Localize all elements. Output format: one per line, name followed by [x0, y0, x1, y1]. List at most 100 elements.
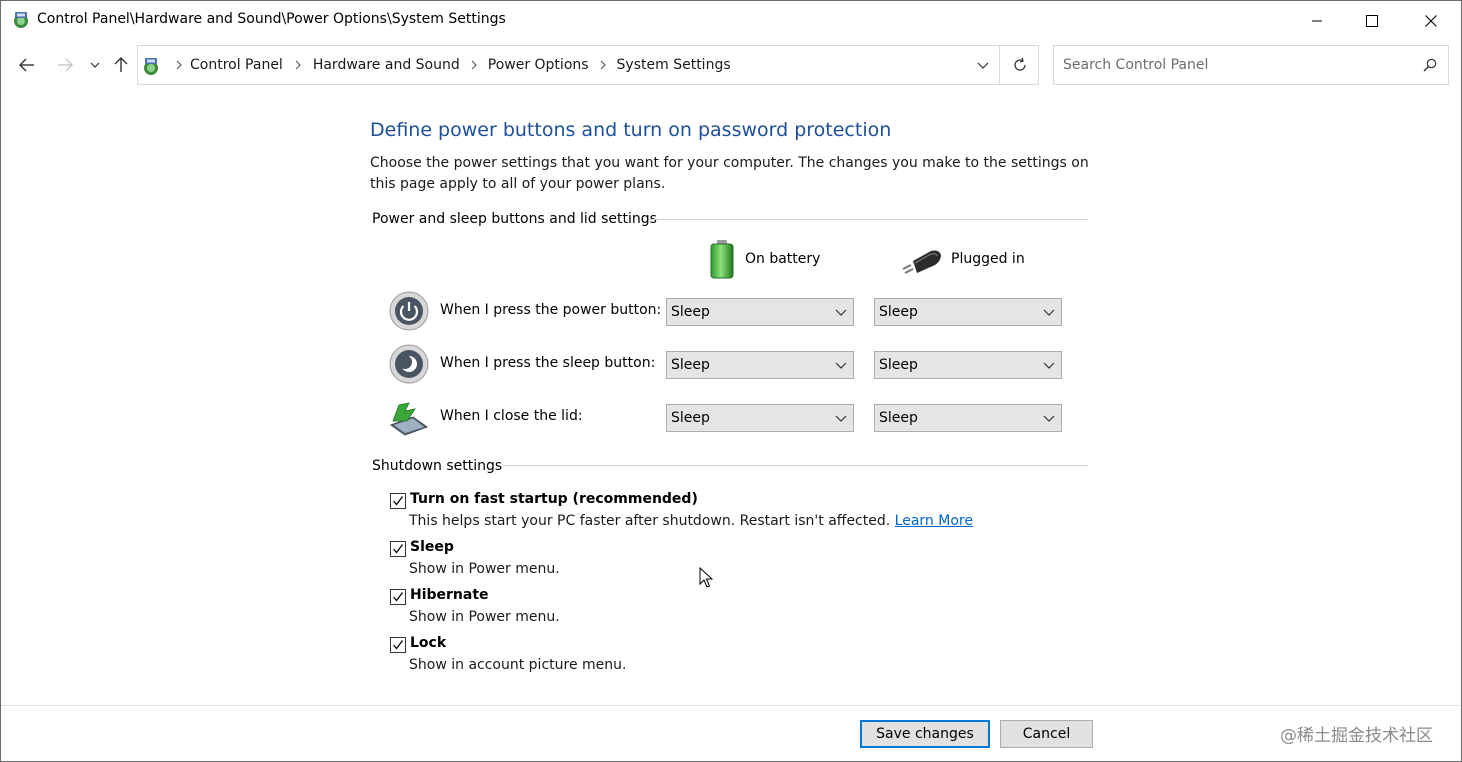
battery-icon	[710, 240, 734, 279]
sleep-description: Show in Power menu.	[409, 561, 560, 577]
main-content: Define power buttons and turn on passwor…	[1, 89, 1461, 705]
sleep-button-on-battery-select[interactable]: Sleep	[666, 351, 854, 379]
fast-startup-description: This helps start your PC faster after sh…	[409, 513, 973, 529]
column-plugged-in: Plugged in	[901, 239, 1025, 279]
up-button[interactable]	[109, 53, 133, 77]
recent-locations-button[interactable]	[85, 53, 105, 77]
selected-value: Sleep	[671, 357, 710, 373]
power-button-label: When I press the power button:	[440, 302, 662, 318]
breadcrumb-control-panel[interactable]: Control Panel	[190, 57, 283, 73]
lid-on-battery-select[interactable]: Sleep	[666, 404, 854, 432]
sleep-button-setting-row: When I press the sleep button: Sleep Sle…	[389, 344, 1089, 384]
lock-label[interactable]: Lock	[410, 635, 446, 651]
selected-value: Sleep	[671, 410, 710, 426]
breadcrumb-system-settings[interactable]: System Settings	[617, 57, 731, 73]
sleep-button-plugged-in-select[interactable]: Sleep	[874, 351, 1062, 379]
arrow-left-icon	[19, 58, 34, 72]
fast-startup-label[interactable]: Turn on fast startup (recommended)	[410, 491, 698, 507]
lock-checkbox[interactable]	[390, 637, 406, 653]
hibernate-description: Show in Power menu.	[409, 609, 560, 625]
close-icon	[1425, 15, 1437, 27]
footer-divider	[1, 705, 1461, 706]
refresh-button[interactable]	[999, 46, 1039, 84]
plugged-in-label: Plugged in	[951, 251, 1025, 267]
sleep-checkbox[interactable]	[390, 541, 406, 557]
refresh-icon	[1013, 57, 1026, 71]
chevron-down-icon	[835, 309, 847, 316]
checkmark-icon	[393, 592, 404, 602]
sleep-button-icon	[389, 344, 429, 384]
control-panel-window: Control Panel\Hardware and Sound\Power O…	[0, 0, 1462, 762]
selected-value: Sleep	[671, 304, 710, 320]
chevron-right-icon[interactable]	[589, 60, 617, 70]
lock-description: Show in account picture menu.	[409, 657, 627, 673]
forward-button[interactable]	[53, 53, 77, 77]
minimize-icon	[1312, 20, 1322, 22]
chevron-right-icon[interactable]	[283, 60, 313, 70]
control-panel-app-icon	[14, 12, 28, 28]
maximize-button[interactable]	[1344, 1, 1400, 41]
checkmark-icon	[393, 640, 404, 650]
window-title: Control Panel\Hardware and Sound\Power O…	[37, 11, 506, 27]
power-plug-icon	[902, 250, 941, 274]
arrow-right-icon	[58, 58, 73, 72]
on-battery-label: On battery	[745, 251, 821, 267]
close-button[interactable]	[1403, 1, 1459, 41]
sleep-button-label: When I press the sleep button:	[440, 355, 656, 371]
selected-value: Sleep	[879, 357, 918, 373]
chevron-down-icon	[835, 362, 847, 369]
power-button-setting-row: When I press the power button: Sleep Sle…	[389, 291, 1089, 331]
chevron-down-icon	[1043, 415, 1055, 422]
hibernate-checkbox[interactable]	[390, 589, 406, 605]
chevron-down-icon	[835, 415, 847, 422]
maximize-icon	[1366, 15, 1378, 27]
shutdown-section-header: Shutdown settings	[372, 458, 503, 474]
lid-label: When I close the lid:	[440, 408, 583, 424]
power-button-icon	[389, 291, 429, 331]
arrow-up-icon	[114, 57, 128, 72]
chevron-down-icon	[1043, 362, 1055, 369]
section-divider	[649, 219, 1088, 220]
cancel-button[interactable]: Cancel	[1000, 720, 1093, 748]
checkmark-icon	[393, 544, 404, 554]
chevron-right-icon[interactable]	[168, 60, 190, 70]
address-history-dropdown[interactable]	[968, 46, 998, 84]
page-title: Define power buttons and turn on passwor…	[370, 119, 892, 141]
title-bar: Control Panel\Hardware and Sound\Power O…	[1, 1, 1461, 41]
description-text: This helps start your PC faster after sh…	[409, 513, 895, 529]
sleep-label[interactable]: Sleep	[410, 539, 454, 555]
save-changes-button[interactable]: Save changes	[860, 720, 990, 748]
control-panel-icon	[144, 58, 158, 75]
checkmark-icon	[393, 496, 404, 506]
hibernate-label[interactable]: Hibernate	[410, 587, 489, 603]
address-bar[interactable]: Control Panel Hardware and Sound Power O…	[137, 45, 1039, 85]
chevron-down-icon	[90, 62, 100, 68]
page-description: Choose the power settings that you want …	[370, 155, 1089, 192]
power-button-on-battery-select[interactable]: Sleep	[666, 298, 854, 326]
lid-setting-row: When I close the lid: Sleep Sleep	[389, 397, 1089, 437]
learn-more-link[interactable]: Learn More	[895, 513, 973, 529]
watermark: @稀土掘金技术社区	[1280, 726, 1433, 746]
fast-startup-checkbox[interactable]	[390, 493, 406, 509]
search-icon[interactable]	[1420, 55, 1440, 75]
lid-plugged-in-select[interactable]: Sleep	[874, 404, 1062, 432]
minimize-button[interactable]	[1289, 1, 1345, 41]
selected-value: Sleep	[879, 304, 918, 320]
column-on-battery: On battery	[707, 239, 820, 279]
breadcrumb-hardware-and-sound[interactable]: Hardware and Sound	[313, 57, 460, 73]
navigation-bar: Control Panel Hardware and Sound Power O…	[1, 43, 1461, 87]
chevron-down-icon	[977, 62, 989, 69]
chevron-right-icon[interactable]	[460, 60, 488, 70]
chevron-down-icon	[1043, 309, 1055, 316]
laptop-lid-icon	[389, 402, 429, 436]
search-input[interactable]	[1054, 46, 1414, 84]
search-box[interactable]	[1053, 45, 1449, 85]
power-button-plugged-in-select[interactable]: Sleep	[874, 298, 1062, 326]
section-divider	[503, 465, 1088, 466]
power-section-header: Power and sleep buttons and lid settings	[372, 211, 657, 227]
mouse-cursor-icon	[699, 567, 713, 588]
selected-value: Sleep	[879, 410, 918, 426]
breadcrumb-power-options[interactable]: Power Options	[488, 57, 589, 73]
breadcrumb: Control Panel Hardware and Sound Power O…	[168, 46, 731, 84]
back-button[interactable]	[15, 53, 39, 77]
